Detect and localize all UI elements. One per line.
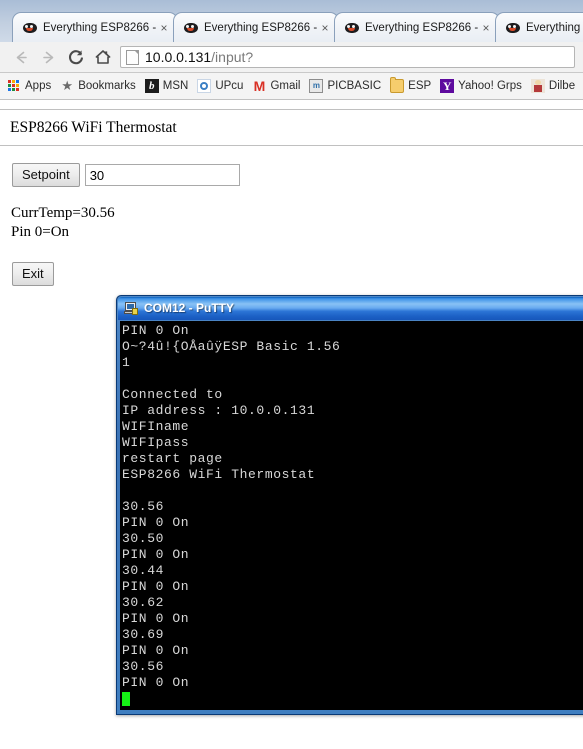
upcu-icon <box>197 79 212 93</box>
terminal-line: 1 <box>122 355 131 370</box>
putty-window-title: COM12 - PuTTY <box>144 301 235 315</box>
esp8266-favicon-icon <box>505 21 521 35</box>
terminal-line: 30.44 <box>122 563 165 578</box>
exit-button[interactable]: Exit <box>12 262 54 286</box>
terminal-line: ESP8266 WiFi Thermostat <box>122 467 316 482</box>
close-icon[interactable]: × <box>156 21 172 35</box>
terminal-line: PIN 0 On <box>122 579 190 594</box>
bookmark-label: ESP <box>408 80 432 92</box>
browser-tab-1[interactable]: Everything ESP8266 - × <box>12 12 178 42</box>
yahoo-icon: Y <box>440 79 455 93</box>
esp8266-favicon-icon <box>22 21 38 35</box>
browser-tab-4[interactable]: Everything <box>495 12 583 42</box>
terminal-line: Connected to <box>122 387 223 402</box>
bookmark-gmail[interactable]: M Gmail <box>252 76 301 96</box>
tab-title: Everything ESP8266 - <box>43 21 156 34</box>
terminal-line: 30.56 <box>122 659 165 674</box>
putty-terminal-icon <box>123 301 139 316</box>
tab-title: Everything ESP8266 - <box>204 21 317 34</box>
terminal-line: 30.56 <box>122 499 165 514</box>
terminal-line: PIN 0 On <box>122 547 190 562</box>
browser-toolbar: 10.0.0.131/input? <box>0 42 583 73</box>
address-bar[interactable]: 10.0.0.131/input? <box>120 46 575 68</box>
current-temperature-readout: CurrTemp=30.56 <box>11 205 115 221</box>
bookmark-upcu[interactable]: UPcu <box>197 76 243 96</box>
reload-icon[interactable] <box>62 44 89 70</box>
terminal-line: O~?4û!{OÅaûÿESP Basic 1.56 <box>122 339 341 354</box>
bookmark-label: Yahoo! Grps <box>458 80 522 92</box>
bookmark-picbasic[interactable]: m PICBASIC <box>309 76 381 96</box>
putty-window[interactable]: COM12 - PuTTY PIN 0 On O~?4û!{OÅaûÿESP B… <box>116 295 583 715</box>
esp8266-favicon-icon <box>183 21 199 35</box>
close-icon[interactable]: × <box>317 21 333 35</box>
cursor-block-icon <box>122 692 130 706</box>
folder-icon <box>390 77 405 93</box>
esp8266-favicon-icon <box>344 21 360 35</box>
forward-arrow-icon[interactable] <box>35 44 62 70</box>
terminal-line: PIN 0 On <box>122 611 190 626</box>
bookmark-label: MSN <box>162 80 189 92</box>
gmail-icon: M <box>253 78 266 94</box>
bookmark-label: Gmail <box>270 80 301 92</box>
terminal-line: 30.69 <box>122 627 165 642</box>
picbasic-icon: m <box>309 79 324 93</box>
tab-strip: Everything ESP8266 - × Everything ESP826… <box>0 0 583 42</box>
bookmark-apps[interactable]: Apps <box>7 76 51 96</box>
putty-title-bar[interactable]: COM12 - PuTTY <box>118 297 583 320</box>
browser-tab-2[interactable]: Everything ESP8266 - × <box>173 12 339 42</box>
terminal-line: 30.62 <box>122 595 165 610</box>
page-title: ESP8266 WiFi Thermostat <box>10 119 177 136</box>
bookmarks-bar: Apps ★ Bookmarks b MSN UPcu M Gmail m PI… <box>0 73 583 100</box>
terminal-cursor-line <box>122 691 583 707</box>
bookmark-label: Apps <box>25 80 52 92</box>
terminal-line: 30.50 <box>122 531 165 546</box>
setpoint-form: Setpoint <box>0 146 583 187</box>
dilbert-icon <box>530 79 545 93</box>
msn-icon: b <box>144 79 159 93</box>
url-host: 10.0.0.131 <box>145 49 212 65</box>
bookmark-esp[interactable]: ESP <box>390 76 431 96</box>
bookmark-dilbert[interactable]: Dilbe <box>530 76 576 96</box>
bookmark-label: UPcu <box>215 80 244 92</box>
terminal-line: PIN 0 On <box>122 515 190 530</box>
terminal-line: IP address : 10.0.0.131 <box>122 403 316 418</box>
pin-state-readout: Pin 0=On <box>11 224 70 240</box>
putty-terminal-screen[interactable]: PIN 0 On O~?4û!{OÅaûÿESP Basic 1.56 1 Co… <box>120 321 583 710</box>
page-document-icon <box>126 49 139 65</box>
bookmark-yahoo-groups[interactable]: Y Yahoo! Grps <box>440 76 522 96</box>
tab-title: Everything <box>526 21 581 34</box>
terminal-line: restart page <box>122 451 223 466</box>
bookmark-label: Dilbe <box>548 80 576 92</box>
star-icon: ★ <box>61 78 74 93</box>
url-text: 10.0.0.131/input? <box>145 48 253 66</box>
browser-tab-3[interactable]: Everything ESP8266 - × <box>334 12 500 42</box>
home-icon[interactable] <box>89 44 116 70</box>
close-icon[interactable]: × <box>478 21 494 35</box>
terminal-line: WIFIpass <box>122 435 190 450</box>
bookmark-label: Bookmarks <box>78 80 136 92</box>
terminal-line: PIN 0 On <box>122 323 190 338</box>
setpoint-input[interactable] <box>84 164 240 186</box>
bookmark-bookmarks[interactable]: ★ Bookmarks <box>60 76 136 96</box>
tab-title: Everything ESP8266 - <box>365 21 478 34</box>
terminal-line: PIN 0 On <box>122 643 190 658</box>
setpoint-button[interactable]: Setpoint <box>12 163 80 187</box>
apps-grid-icon <box>7 79 21 93</box>
browser-window: Everything ESP8266 - × Everything ESP826… <box>0 0 583 100</box>
url-path: /input? <box>211 49 254 65</box>
bookmark-msn[interactable]: b MSN <box>144 76 189 96</box>
back-arrow-icon[interactable] <box>8 44 35 70</box>
terminal-line: WIFIname <box>122 419 190 434</box>
readout-block: CurrTemp=30.56 Pin 0=On <box>0 187 583 242</box>
terminal-line: PIN 0 On <box>122 675 190 690</box>
bookmark-label: PICBASIC <box>327 80 382 92</box>
